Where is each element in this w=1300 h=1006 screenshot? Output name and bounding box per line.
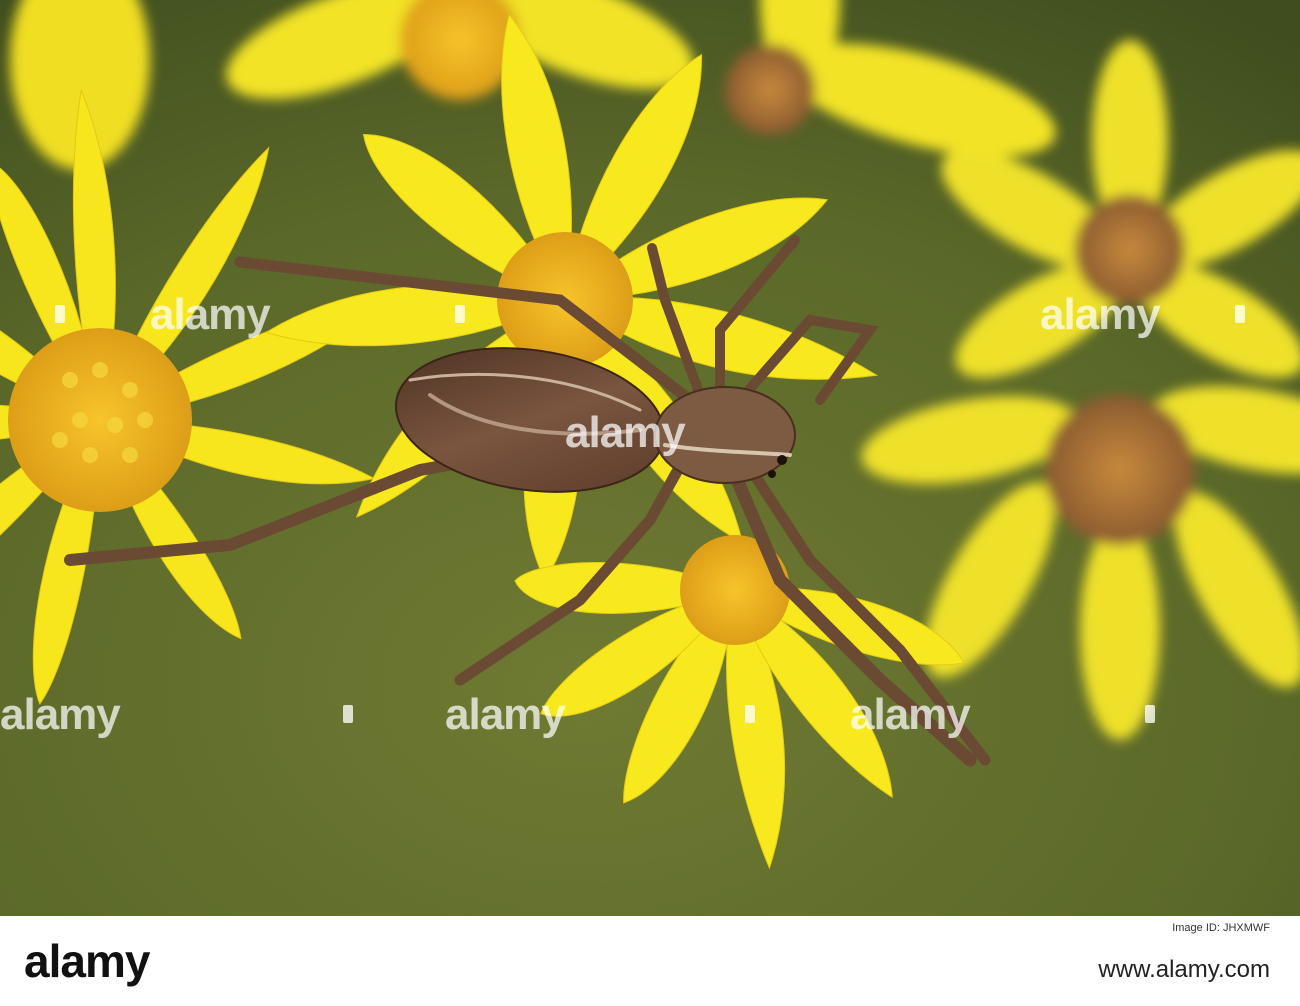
alamy-logo[interactable]: alamy — [24, 934, 202, 988]
image-id-label: Image ID: JHXMWF — [1172, 922, 1270, 934]
watermark-text: alamy — [150, 290, 271, 339]
spider-on-flowers-photo — [0, 0, 1300, 916]
watermark-text: alamy — [0, 690, 121, 739]
logo-text: alamy — [24, 935, 150, 987]
watermark-text: alamy — [850, 690, 971, 739]
site-url-link[interactable]: www.alamy.com — [1098, 956, 1270, 984]
watermark-text: alamy — [1040, 290, 1161, 339]
stock-footer: alamy Image ID: JHXMWF www.alamy.com — [0, 916, 1300, 1006]
stock-photo-page: alamy alamy alamy alamy alamy alamy alam… — [0, 0, 1300, 1006]
watermark-text: alamy — [565, 408, 686, 457]
watermark-text: alamy — [445, 690, 566, 739]
